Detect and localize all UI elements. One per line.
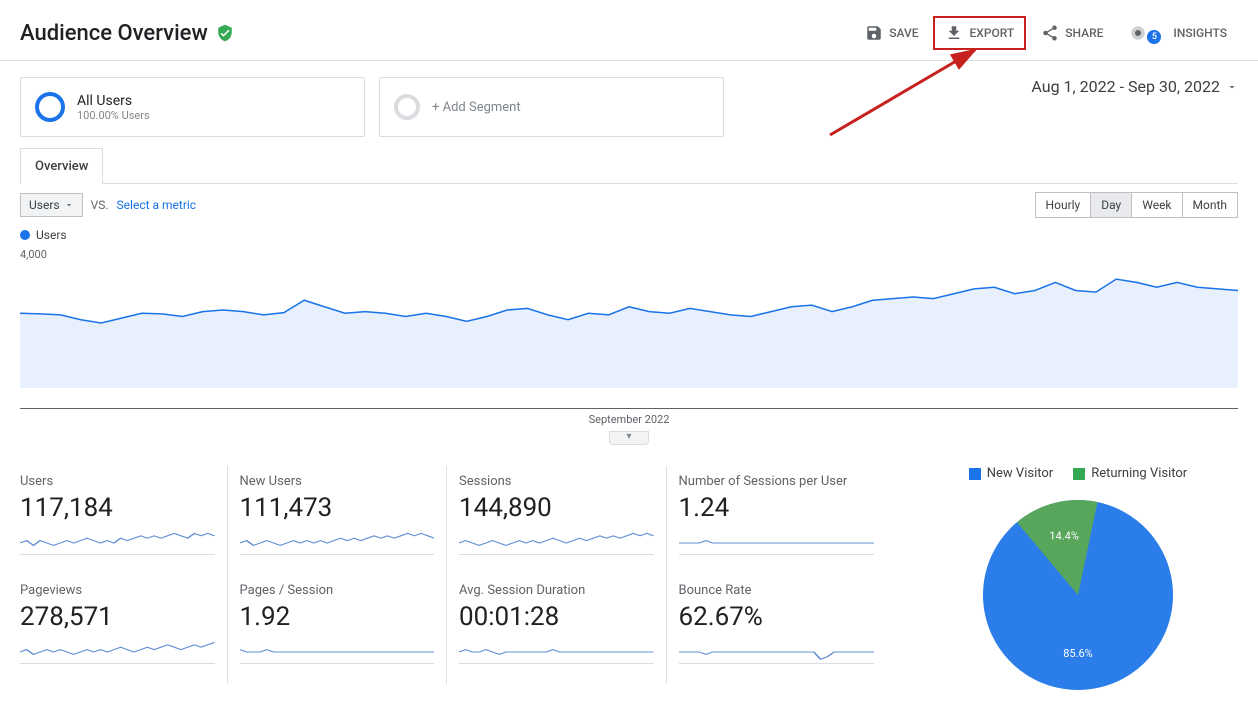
metric-card[interactable]: New Users 111,473 [240, 466, 448, 575]
page-title: Audience Overview [20, 21, 208, 46]
granularity-day[interactable]: Day [1090, 193, 1131, 217]
insights-button[interactable]: 5 INSIGHTS [1118, 17, 1238, 49]
pie-legend-item: New Visitor [969, 466, 1053, 481]
metric-value: 117,184 [20, 493, 215, 523]
metric-value: 00:01:28 [459, 602, 654, 632]
metric-card[interactable]: Pages / Session 1.92 [240, 575, 448, 684]
add-segment-ring-icon [394, 94, 420, 120]
header-actions: SAVE EXPORT SHARE 5 INSIGHTS [854, 16, 1238, 50]
metric-label: Users [20, 474, 215, 489]
page-header: Audience Overview SAVE EXPORT SHARE 5 IN… [0, 0, 1258, 61]
sparkline [459, 531, 654, 555]
metric-label: Pages / Session [240, 583, 435, 598]
segment-name: All Users [77, 93, 150, 109]
save-button[interactable]: SAVE [854, 17, 929, 49]
chevron-down-icon [1226, 81, 1238, 93]
legend-label: Users [36, 228, 67, 242]
main-chart: 4,000 2,000 [20, 248, 1238, 408]
insights-count-badge: 5 [1147, 30, 1161, 44]
segment-all-users[interactable]: All Users 100.00% Users [20, 77, 365, 137]
export-icon [945, 24, 963, 42]
share-button[interactable]: SHARE [1030, 17, 1114, 49]
metric-card[interactable]: Pageviews 278,571 [20, 575, 228, 684]
metrics-grid: Users 117,184 New Users 111,473 Sessions 144,… [20, 466, 898, 684]
select-metric-link[interactable]: Select a metric [117, 198, 197, 212]
metric-value: 278,571 [20, 602, 215, 632]
tabs: Overview [20, 147, 1238, 184]
sparkline [20, 640, 215, 664]
metric-label: Number of Sessions per User [679, 474, 875, 489]
verified-icon [216, 24, 234, 42]
svg-text:14.4%: 14.4% [1049, 530, 1079, 543]
metric-label: New Users [240, 474, 435, 489]
save-icon [865, 24, 883, 42]
sparkline [679, 640, 875, 664]
metric-label: Avg. Session Duration [459, 583, 654, 598]
svg-text:85.6%: 85.6% [1063, 647, 1093, 660]
granularity-week[interactable]: Week [1131, 193, 1181, 217]
granularity-toggle: HourlyDayWeekMonth [1035, 192, 1238, 218]
segment-sub: 100.00% Users [77, 109, 150, 122]
insights-icon [1129, 24, 1147, 42]
legend-swatch [1073, 468, 1085, 480]
segment-ring-icon [35, 92, 65, 122]
share-icon [1041, 24, 1059, 42]
legend-dot [20, 230, 30, 240]
chart-expander[interactable]: ▾ [20, 428, 1238, 446]
legend-swatch [969, 468, 981, 480]
metric-label: Pageviews [20, 583, 215, 598]
metric-value: 144,890 [459, 493, 654, 523]
metric-card[interactable]: Bounce Rate 62.67% [679, 575, 887, 684]
metric-value: 1.24 [679, 493, 875, 523]
metric-value: 111,473 [240, 493, 435, 523]
add-segment-label: + Add Segment [432, 100, 521, 115]
sparkline [240, 531, 435, 555]
sparkline [20, 531, 215, 555]
granularity-month[interactable]: Month [1182, 193, 1237, 217]
chevron-down-icon [64, 200, 74, 210]
metric-card[interactable]: Number of Sessions per User 1.24 [679, 466, 887, 575]
sparkline [240, 640, 435, 664]
metric-card[interactable]: Avg. Session Duration 00:01:28 [459, 575, 667, 684]
add-segment-button[interactable]: + Add Segment [379, 77, 724, 137]
tab-overview[interactable]: Overview [20, 148, 103, 184]
sparkline [679, 531, 875, 555]
metric-label: Sessions [459, 474, 654, 489]
visitor-pie: New Visitor Returning Visitor 14.4% 85.6% [918, 466, 1238, 695]
chart-legend: Users [20, 228, 1238, 242]
sparkline [459, 640, 654, 664]
vs-label: VS. [91, 198, 109, 212]
pie-legend-item: Returning Visitor [1073, 466, 1187, 481]
metric-dropdown[interactable]: Users [20, 193, 83, 217]
metric-label: Bounce Rate [679, 583, 875, 598]
x-axis-label: September 2022 [20, 408, 1238, 426]
metric-value: 1.92 [240, 602, 435, 632]
date-range-picker[interactable]: Aug 1, 2022 - Sep 30, 2022 [1031, 77, 1238, 96]
granularity-hourly[interactable]: Hourly [1036, 193, 1091, 217]
metric-value: 62.67% [679, 602, 875, 632]
export-button[interactable]: EXPORT [933, 16, 1026, 50]
metric-card[interactable]: Sessions 144,890 [459, 466, 667, 575]
metric-card[interactable]: Users 117,184 [20, 466, 228, 575]
